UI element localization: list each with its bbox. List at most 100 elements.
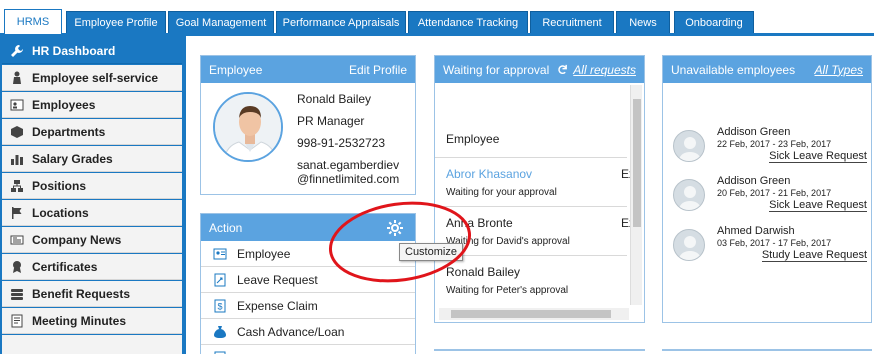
next-panel-edge xyxy=(434,349,645,354)
waiting-vertical-scrollbar[interactable] xyxy=(630,85,642,305)
sidebar-item-label: HR Dashboard xyxy=(32,43,116,58)
id-card-icon xyxy=(10,98,24,112)
stack-icon xyxy=(10,287,24,301)
notes-icon xyxy=(10,314,24,328)
unavailable-type: Study Leave Request xyxy=(761,249,867,262)
cube-icon xyxy=(10,125,24,139)
tab-employee-profile[interactable]: Employee Profile xyxy=(66,11,166,33)
next-panel-edge xyxy=(662,349,872,354)
waiting-item-status: Waiting for Peter's approval xyxy=(446,285,569,296)
unavailable-item[interactable]: Addison Green 22 Feb, 2017 - 23 Feb, 201… xyxy=(673,126,867,166)
sidebar-item-label: Positions xyxy=(32,178,87,193)
tab-goal-management[interactable]: Goal Management xyxy=(168,11,274,33)
sidebar-item-label: Benefit Requests xyxy=(32,286,131,301)
annotation-ellipse xyxy=(328,201,472,283)
employee-email-domain: @finnetlimited.com xyxy=(297,172,400,186)
waiting-panel-header: Waiting for approval All requests xyxy=(435,56,644,83)
refresh-icon[interactable] xyxy=(557,64,568,75)
unavailable-name: Addison Green xyxy=(717,175,791,187)
unavailable-item[interactable]: Ahmed Darwish 03 Feb, 2017 - 17 Feb, 201… xyxy=(673,225,867,265)
waiting-column-header: Employee xyxy=(435,132,627,158)
tab-recruitment[interactable]: Recruitment xyxy=(530,11,614,33)
avatar xyxy=(673,179,705,211)
panel-title: Unavailable employees xyxy=(671,62,796,77)
unavailable-employees-panel: Unavailable employees All Types Addison … xyxy=(662,55,872,323)
wrench-icon xyxy=(10,44,24,58)
dollar-doc-icon: $ xyxy=(213,299,227,313)
action-item-cash-advance[interactable]: Cash Advance/Loan xyxy=(201,319,415,345)
tab-onboarding[interactable]: Onboarding xyxy=(674,11,754,33)
employee-panel-header: Employee Edit Profile xyxy=(201,56,415,83)
tab-news[interactable]: News xyxy=(616,11,670,33)
bar-chart-icon xyxy=(10,152,24,166)
sidebar-scrollbar[interactable] xyxy=(182,36,186,354)
sidebar-item-employee-self-service[interactable]: Employee self-service xyxy=(2,65,182,91)
action-item-label: Cash Advance/Loan xyxy=(237,324,345,339)
sidebar-item-hr-dashboard[interactable]: HR Dashboard xyxy=(2,38,182,64)
action-item-expense-claim[interactable]: $ Expense Claim xyxy=(201,293,415,319)
ribbon-icon xyxy=(10,260,24,274)
unavailable-dates: 03 Feb, 2017 - 17 Feb, 2017 xyxy=(717,238,832,248)
action-item-label: Expense Claim xyxy=(237,298,318,313)
sidebar-item-label: Locations xyxy=(32,205,89,220)
sidebar-item-label: Salary Grades xyxy=(32,151,113,166)
waiting-horizontal-scrollbar[interactable] xyxy=(439,308,629,320)
unavailable-name: Addison Green xyxy=(717,126,791,138)
unavailable-panel-header: Unavailable employees All Types xyxy=(663,56,871,83)
sidebar-item-label: Meeting Minutes xyxy=(32,313,127,328)
sidebar-item-salary-grades[interactable]: Salary Grades xyxy=(2,146,182,172)
avatar xyxy=(673,229,705,261)
sidebar-item-company-news[interactable]: Company News xyxy=(2,227,182,253)
person-icon xyxy=(10,71,24,85)
unavailable-dates: 22 Feb, 2017 - 23 Feb, 2017 xyxy=(717,139,832,149)
sidebar-item-label: Certificates xyxy=(32,259,98,274)
sidebar-item-label: Company News xyxy=(32,232,122,247)
panel-title: Employee xyxy=(209,62,263,77)
org-chart-icon xyxy=(10,179,24,193)
employee-name: Ronald Bailey xyxy=(297,92,372,106)
action-item-label: Leave Request xyxy=(237,272,318,287)
tab-performance-appraisals[interactable]: Performance Appraisals xyxy=(276,11,406,33)
employee-panel: Employee Edit Profile Ronald Bailey PR M… xyxy=(200,55,416,195)
top-tab-bar: HRMS Employee Profile Goal Management Pe… xyxy=(0,0,874,36)
sidebar-item-partial xyxy=(2,335,182,354)
tab-hrms[interactable]: HRMS xyxy=(4,9,62,34)
sidebar-item-departments[interactable]: Departments xyxy=(2,119,182,145)
id-card-icon xyxy=(213,247,227,261)
sidebar-item-meeting-minutes[interactable]: Meeting Minutes xyxy=(2,308,182,334)
tab-attendance-tracking[interactable]: Attendance Tracking xyxy=(408,11,528,33)
edit-profile-link[interactable]: Edit Profile xyxy=(349,63,407,77)
unavailable-type: Sick Leave Request xyxy=(769,199,867,212)
sidebar: HR Dashboard Employee self-service Emplo… xyxy=(0,36,186,354)
employee-position: PR Manager xyxy=(297,114,365,128)
unavailable-name: Ahmed Darwish xyxy=(717,225,795,237)
waiting-item-status: Waiting for your approval xyxy=(446,187,557,198)
sidebar-item-label: Departments xyxy=(32,124,106,139)
action-item-label: Employee xyxy=(237,246,291,261)
column-label: Employee xyxy=(446,132,500,146)
employee-phone: 998-91-2532723 xyxy=(297,136,386,150)
sidebar-item-certificates[interactable]: Certificates xyxy=(2,254,182,280)
sidebar-item-positions[interactable]: Positions xyxy=(2,173,182,199)
all-requests-link[interactable]: All requests xyxy=(573,63,636,77)
unavailable-item[interactable]: Addison Green 20 Feb, 2017 - 21 Feb, 201… xyxy=(673,175,867,215)
sidebar-item-label: Employees xyxy=(32,97,96,112)
sidebar-item-benefit-requests[interactable]: Benefit Requests xyxy=(2,281,182,307)
sidebar-item-label: Employee self-service xyxy=(32,70,159,85)
sidebar-item-employees[interactable]: Employees xyxy=(2,92,182,118)
employee-email: sanat.egamberdiev xyxy=(297,158,400,172)
svg-text:$: $ xyxy=(217,301,222,311)
panel-title: Waiting for approval xyxy=(443,62,550,77)
all-types-link[interactable]: All Types xyxy=(815,63,863,77)
sidebar-item-locations[interactable]: Locations xyxy=(2,200,182,226)
scrollbar-thumb[interactable] xyxy=(451,310,611,318)
unavailable-dates: 20 Feb, 2017 - 21 Feb, 2017 xyxy=(717,188,832,198)
action-item-partial xyxy=(201,345,415,354)
unavailable-type: Sick Leave Request xyxy=(769,150,867,163)
money-bag-icon xyxy=(213,325,227,339)
scrollbar-thumb[interactable] xyxy=(633,99,641,227)
flag-icon xyxy=(10,206,24,220)
avatar xyxy=(673,130,705,162)
waiting-item-name: Abror Khasanov xyxy=(446,167,533,181)
panel-title: Action xyxy=(209,220,243,235)
